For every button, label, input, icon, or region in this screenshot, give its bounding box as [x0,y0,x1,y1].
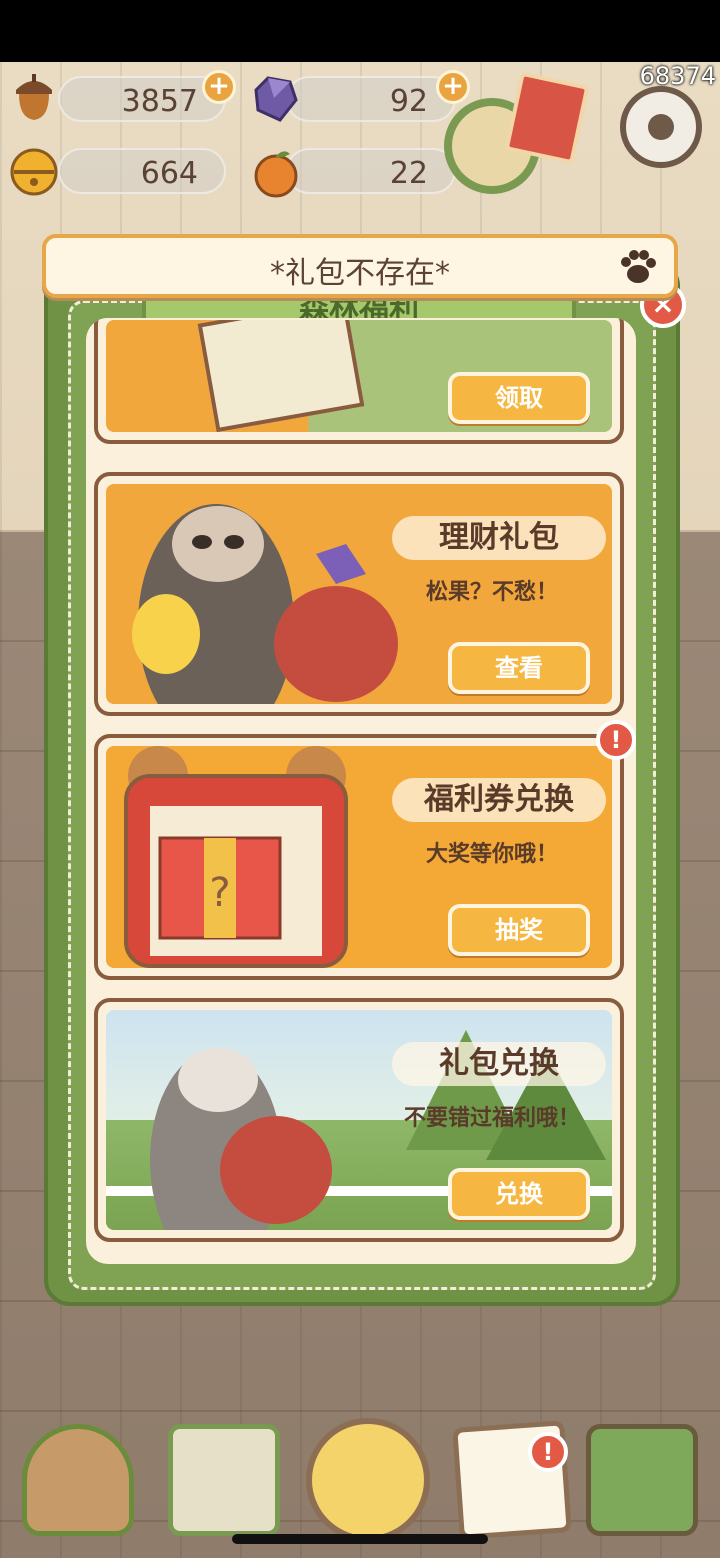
lottery-button[interactable]: 抽奖 [448,904,590,956]
mail-icon[interactable] [168,1424,280,1536]
settings-gear-icon[interactable] [620,86,702,168]
calendar-illustration [197,320,365,432]
orange-counter: 22 [286,148,456,194]
gift-box-illustration: ? [124,746,348,968]
svg-text:?: ? [209,870,230,916]
voucher-exchange-subtitle: 大奖等你哦！ [425,842,558,867]
redeem-button[interactable]: 兑换 [448,1168,590,1220]
claim-button[interactable]: 领取 [448,372,590,424]
hero-icon[interactable] [306,1418,430,1542]
voucher-alert-badge: ! [596,720,636,760]
bell-count: 664 [140,156,198,191]
toast-message: *礼包不存在* [270,256,450,291]
gift-code-label: 礼包兑换 [392,1042,606,1086]
gem-counter: 92 [286,76,456,122]
error-toast: *礼包不存在* [42,234,678,298]
acorn-icon [16,74,52,120]
paw-icon [621,250,656,283]
gem-count: 92 [389,84,428,119]
sloth-illustration [132,504,398,704]
list-item-finance-pack: 理财礼包 松果？不愁！ 查看 [94,472,624,716]
list-item-gift-code: 礼包兑换 不要错过福利哦！ 兑换 [94,998,624,1242]
gem-icon [254,76,298,122]
task-alert-badge: ! [528,1432,568,1472]
list-item-voucher-exchange: ? 福利券兑换 大奖等你哦！ 抽奖 [94,734,624,980]
score-readout: 68374 [639,62,716,90]
gift-code-subtitle: 不要错过福利哦！ [403,1106,580,1131]
status-bar [0,0,720,62]
add-acorns-button[interactable]: + [202,70,236,104]
welfare-list[interactable]: 领取 理财礼包 松果？不愁！ 查看 ? 福利券兑换 大奖等你哦！ 抽奖 礼包兑换… [86,318,636,1264]
view-button[interactable]: 查看 [448,642,590,694]
home-icon[interactable] [22,1424,134,1536]
acorn-counter: 3857 [58,76,226,122]
list-item-daily-reward: 领取 [94,318,624,444]
bell-icon [10,148,58,196]
orange-count: 22 [389,156,428,191]
add-gems-button[interactable]: + [436,70,470,104]
finance-pack-subtitle: 松果？不愁！ [425,580,558,605]
orange-icon [254,151,298,198]
map-icon[interactable] [586,1424,698,1536]
voucher-exchange-label: 福利券兑换 [392,778,606,822]
finance-pack-label: 理财礼包 [392,516,606,560]
bell-counter: 664 [58,148,226,194]
home-indicator[interactable] [232,1534,488,1544]
acorn-count: 3857 [121,84,198,119]
